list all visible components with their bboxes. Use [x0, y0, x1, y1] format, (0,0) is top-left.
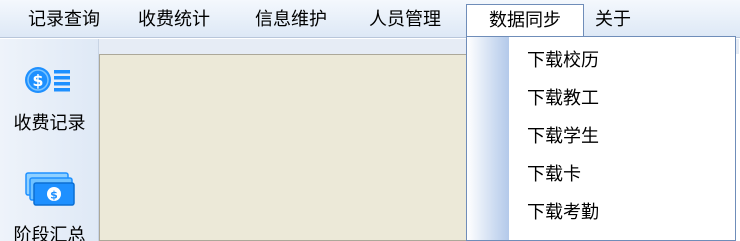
- menu-item-download-staff[interactable]: 下载教工: [527, 87, 599, 111]
- data-sync-dropdown: 下载校历 下载教工 下载学生 下载卡 下载考勤: [466, 36, 736, 241]
- menu-info-maintenance[interactable]: 信息维护: [241, 4, 341, 36]
- menu-fee-statistics[interactable]: 收费统计: [124, 4, 224, 36]
- menu-records-query[interactable]: 记录查询: [14, 4, 114, 36]
- menu-item-download-calendar[interactable]: 下载校历: [527, 49, 599, 73]
- svg-text:$: $: [50, 189, 58, 202]
- fee-records-label: 收费记录: [13, 113, 86, 134]
- banknotes-icon: $: [22, 169, 76, 209]
- menu-staff-management[interactable]: 人员管理: [355, 4, 455, 36]
- menu-bar: 记录查询 收费统计 信息维护 人员管理 数据同步 关于: [0, 0, 740, 38]
- fee-records-button[interactable]: $ 收费记录: [0, 47, 99, 147]
- menu-item-download-attendance[interactable]: 下载考勤: [527, 201, 599, 225]
- svg-text:$: $: [32, 71, 43, 90]
- period-summary-label: 阶段汇总: [13, 225, 86, 241]
- menu-about[interactable]: 关于: [588, 4, 638, 36]
- period-summary-button[interactable]: $ 阶段汇总: [0, 159, 99, 241]
- menu-item-download-students[interactable]: 下载学生: [527, 125, 599, 149]
- main-workspace: [99, 54, 469, 241]
- menu-icon-gutter: [467, 37, 509, 240]
- left-toolbar: $ 收费记录 $ 阶段汇总: [0, 39, 99, 241]
- menu-data-sync[interactable]: 数据同步: [466, 4, 584, 36]
- coin-list-icon: $: [24, 63, 72, 97]
- menu-item-download-cards[interactable]: 下载卡: [527, 163, 581, 187]
